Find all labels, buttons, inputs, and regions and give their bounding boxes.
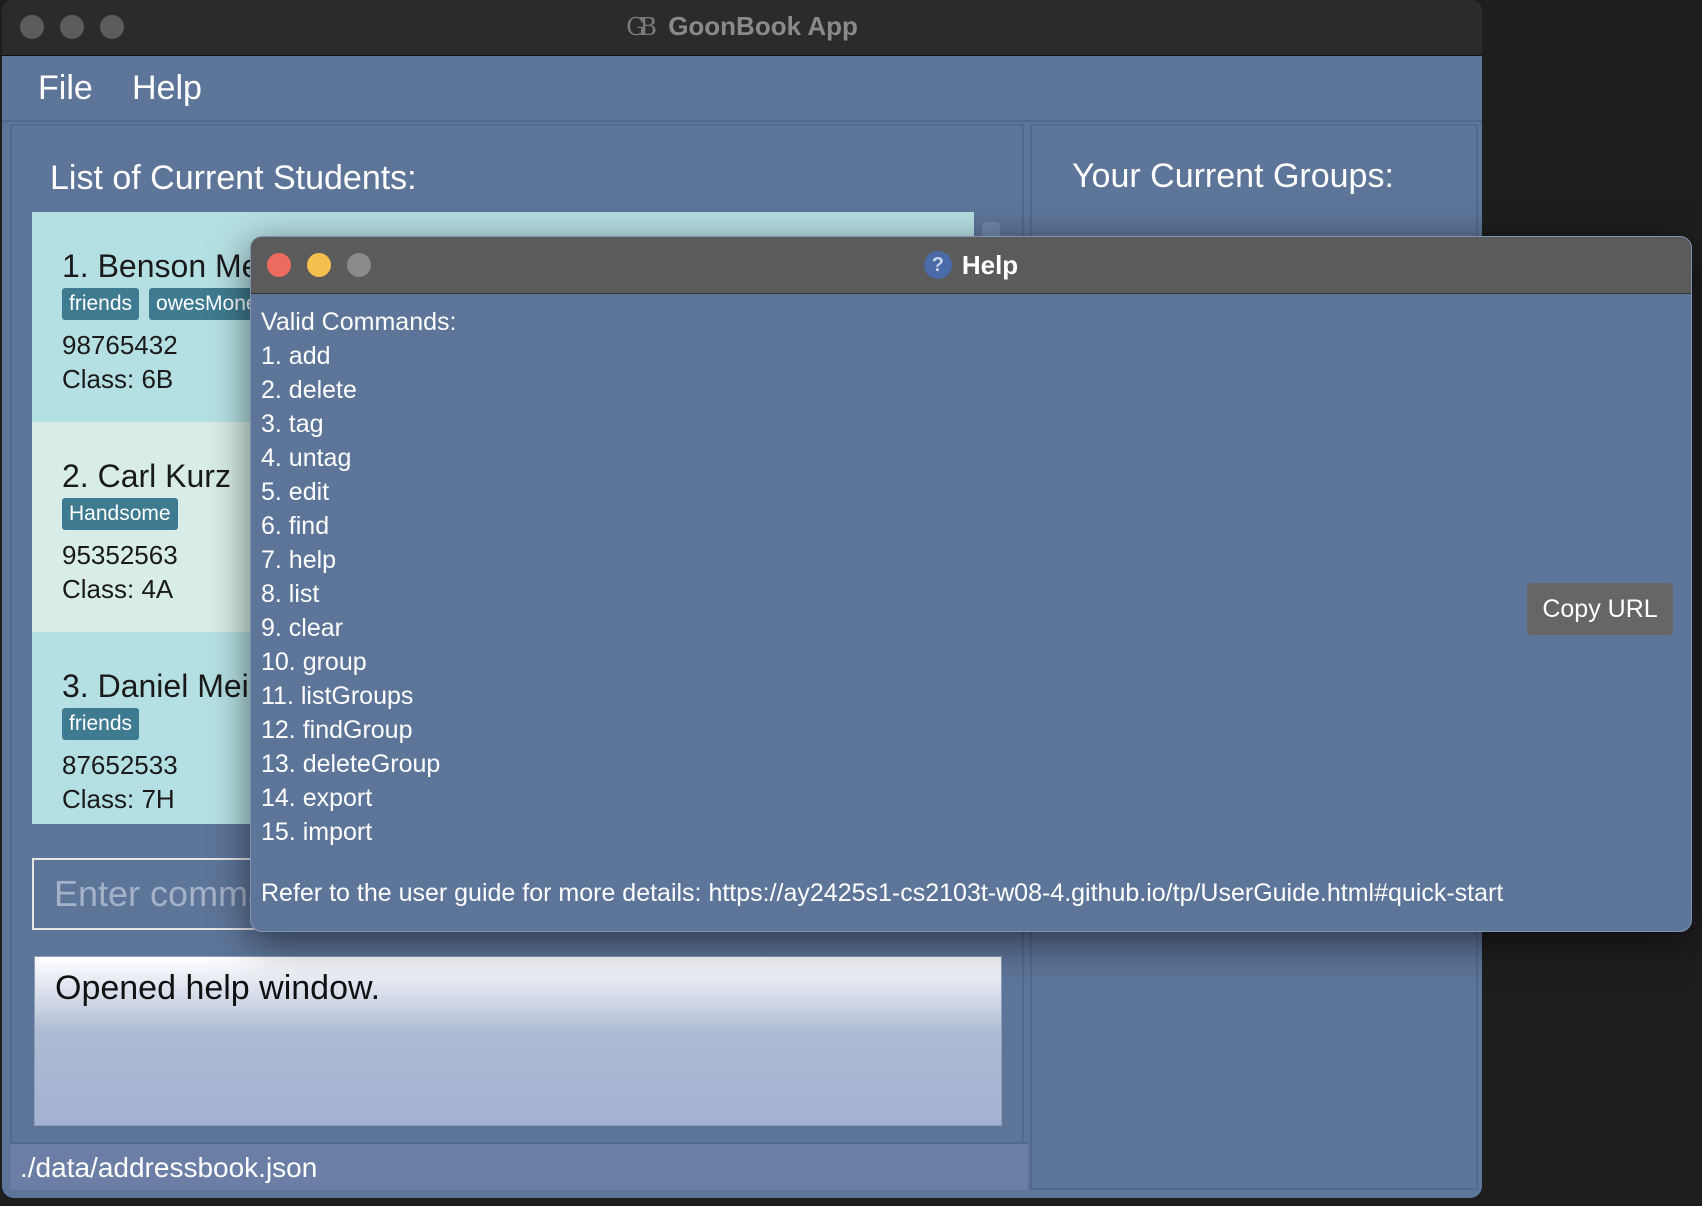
window-title-text: GoonBook App [668,11,858,41]
app-logo-icon: GB [626,13,657,41]
command-item: 13. deleteGroup [261,750,441,778]
command-item: 7. help [261,546,337,574]
students-title: List of Current Students: [50,159,417,197]
result-text: Opened help window. [55,969,381,1007]
command-item: 12. findGroup [261,716,413,744]
main-titlebar[interactable]: GB GoonBook App [2,0,1482,56]
command-item: 5. edit [261,478,330,506]
student-name: 2. Carl Kurz [62,458,231,494]
student-class: Class: 7H [62,784,175,814]
help-header: Valid Commands: [261,308,457,336]
help-title: ? Help [251,237,1691,293]
student-name: 3. Daniel Meier [62,668,278,704]
help-commands: Valid Commands: 1. add 2. delete 3. tag … [261,305,456,849]
student-phone: 87652533 [62,750,178,780]
menu-file[interactable]: File [38,66,93,110]
status-bar: ./data/addressbook.json [10,1142,1028,1190]
window-title: GB GoonBook App [2,0,1482,55]
copy-url-button[interactable]: Copy URL [1527,583,1673,635]
student-phone: 98765432 [62,330,178,360]
help-title-text: Help [961,250,1019,280]
command-item: 8. list [261,580,320,608]
student-tags: friends [62,708,149,742]
student-tags: Handsome [62,498,188,532]
command-item: 3. tag [261,410,324,438]
status-path: ./data/addressbook.json [20,1152,318,1183]
command-item: 14. export [261,784,373,812]
groups-title: Your Current Groups: [1072,157,1394,195]
command-item: 6. find [261,512,330,540]
student-phone: 95352563 [62,540,178,570]
command-item: 15. import [261,818,373,846]
user-guide-reference: Refer to the user guide for more details… [261,879,1504,907]
result-display: Opened help window. [34,956,1002,1126]
menubar: File Help [2,56,1482,122]
command-item: 9. clear [261,614,343,642]
command-item: 10. group [261,648,367,676]
command-item: 1. add [261,342,331,370]
command-item: 11. listGroups [261,682,414,710]
student-class: Class: 6B [62,364,174,394]
student-class: Class: 4A [62,574,174,604]
tag-badge: friends [62,708,140,740]
command-item: 2. delete [261,376,357,404]
menu-help[interactable]: Help [132,66,202,110]
help-window: ? Help Valid Commands: 1. add 2. delete 3… [250,236,1692,932]
help-titlebar[interactable]: ? Help [251,237,1691,294]
tag-badge: Handsome [62,498,178,530]
command-item: 4. untag [261,444,352,472]
tag-badge: friends [62,288,140,320]
question-icon: ? [923,251,952,280]
